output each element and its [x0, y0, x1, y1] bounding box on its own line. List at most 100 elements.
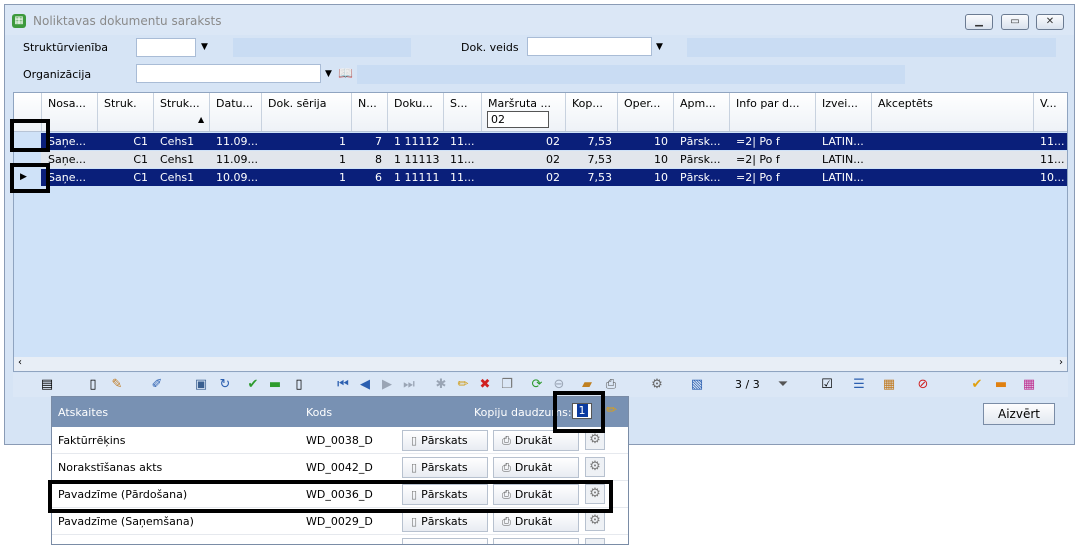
table-cell[interactable]: LATIN... — [822, 171, 872, 185]
table-cell[interactable]: =2| Po f — [736, 153, 816, 167]
calendar-icon[interactable]: ▦ — [881, 377, 897, 393]
pencil-icon[interactable]: ✏ — [455, 377, 471, 393]
table-cell[interactable]: 1 11111 — [394, 171, 444, 185]
table-cell[interactable]: LATIN... — [822, 153, 872, 167]
scroll-right-icon[interactable]: › — [1059, 357, 1063, 368]
table-cell[interactable]: 1 — [262, 171, 346, 185]
table-cell[interactable]: 7,53 — [566, 171, 613, 185]
table-cell[interactable]: Cehs1 — [160, 171, 210, 185]
report-settings-gear-icon[interactable]: ⚙ — [585, 511, 605, 531]
column-header[interactable]: Struk... — [154, 93, 210, 131]
table-cell[interactable]: 11... — [450, 153, 482, 167]
table-row[interactable]: ▶ Saņe... C1 Cehs1 10.09... 1 6 1 11111 11... 02 7… — [14, 169, 1067, 186]
settings-gear-icon[interactable]: ⚙ — [649, 377, 665, 393]
column-header[interactable]: Datu... — [210, 93, 262, 131]
table-cell[interactable] — [878, 171, 1034, 185]
delete-icon[interactable]: ✖ — [477, 377, 493, 393]
table-cell[interactable]: 11... — [1040, 153, 1067, 167]
export-icon[interactable]: ▧ — [689, 377, 705, 393]
table-cell[interactable]: 10 — [618, 153, 668, 167]
column-header[interactable]: Info par d... — [730, 93, 816, 131]
column-header[interactable]: Kop... — [566, 93, 618, 131]
table-cell[interactable]: 11.09... — [216, 135, 262, 149]
new-document-icon[interactable]: ▤ — [39, 377, 55, 393]
print-button[interactable]: ⎙ Drukāt — [493, 457, 579, 478]
close-window-button[interactable]: ✕ — [1036, 14, 1064, 30]
table-cell[interactable] — [878, 135, 1034, 149]
table-cell[interactable]: Saņe... — [48, 171, 98, 185]
report-settings-gear-icon[interactable]: ⚙ — [585, 457, 605, 477]
column-header[interactable]: Apm... — [674, 93, 730, 131]
table-cell[interactable]: 1 — [262, 135, 346, 149]
accept-check-icon[interactable]: ✔ — [245, 377, 261, 393]
print-button[interactable]: ⎙ Drukāt — [493, 511, 579, 532]
table-cell[interactable]: 11.09... — [216, 153, 262, 167]
column-header[interactable]: Akceptēts — [872, 93, 1034, 131]
asterisk-icon[interactable]: ✱ — [433, 377, 449, 393]
table-cell[interactable]: LATIN... — [822, 135, 872, 149]
dokveids-dropdown-icon[interactable]: ▼ — [656, 42, 663, 52]
dokveids-input[interactable] — [527, 37, 652, 56]
table-cell[interactable]: 1 11112 — [394, 135, 444, 149]
column-header[interactable]: Struk. — [98, 93, 154, 131]
table-cell[interactable]: Saņe... — [48, 153, 98, 167]
table-cell[interactable]: 8 — [352, 153, 382, 167]
refresh-doc-icon[interactable]: ↻ — [217, 377, 233, 393]
edit-doc-icon[interactable]: ✐ — [149, 377, 165, 393]
checkbox-icon[interactable]: ☑ — [819, 377, 835, 393]
horizontal-scrollbar[interactable]: ‹ › — [14, 357, 1067, 371]
table-cell[interactable]: Cehs1 — [160, 135, 210, 149]
table-cell[interactable]: 7,53 — [566, 153, 613, 167]
table-cell[interactable]: Pārsk... — [680, 135, 730, 149]
next-record-icon[interactable]: ▶ — [379, 377, 395, 393]
column-header[interactable]: Izvei... — [816, 93, 872, 131]
clear-filter-icon[interactable]: ⊘ — [915, 377, 931, 393]
page-accept-icon[interactable]: ▯ — [291, 377, 307, 393]
table-cell[interactable]: =2| Po f — [736, 171, 816, 185]
edit-pencil-icon[interactable]: ✏ — [606, 403, 617, 418]
preview-button[interactable]: ▯ Pārskats — [402, 511, 488, 532]
prev-record-icon[interactable]: ◀ — [357, 377, 373, 393]
copy-icon[interactable]: ❐ — [499, 377, 515, 393]
table-cell[interactable]: Pārsk... — [680, 171, 730, 185]
table-cell[interactable]: 02 — [482, 153, 560, 167]
table-row[interactable]: Saņe... C1 Cehs1 11.09... 1 7 1 11112 11... 02 7,… — [14, 133, 1067, 150]
table-cell[interactable]: 1 11113 — [394, 153, 444, 167]
approve-check-icon[interactable]: ✔ — [969, 377, 985, 393]
table-cell[interactable]: 02 — [482, 135, 560, 149]
table-cell[interactable]: 11... — [450, 135, 482, 149]
table-cell[interactable]: 10 — [618, 135, 668, 149]
table-cell[interactable]: =2| Po f — [736, 135, 816, 149]
scroll-left-icon[interactable]: ‹ — [18, 357, 22, 368]
organizacija-input[interactable] — [136, 64, 321, 83]
last-record-icon[interactable]: ⏭ — [401, 377, 417, 393]
table-cell[interactable]: 10 — [618, 171, 668, 185]
column-header[interactable]: Dok. sērija — [262, 93, 352, 131]
table-cell[interactable]: C1 — [98, 171, 148, 185]
table-cell[interactable]: Saņe... — [48, 135, 98, 149]
column-header[interactable]: Doku... — [388, 93, 444, 131]
table-cell[interactable]: C1 — [98, 135, 148, 149]
table-cell[interactable]: 1 — [262, 153, 346, 167]
maximize-button[interactable]: ▭ — [1001, 14, 1029, 30]
disapprove-minus-icon[interactable]: ▬ — [993, 377, 1009, 393]
table-cell[interactable]: 6 — [352, 171, 382, 185]
print-icon[interactable]: ⎙ — [603, 377, 619, 393]
preview-button[interactable]: ▯ Pārskats — [402, 430, 488, 451]
column-header[interactable]: Nosa... — [42, 93, 98, 131]
column-header[interactable]: V... — [1034, 93, 1067, 131]
book-icon[interactable]: 📖 — [338, 66, 353, 80]
attachment-icon[interactable]: ✎ — [109, 377, 125, 393]
sync-icon[interactable]: ⟳ — [529, 377, 545, 393]
list-view-icon[interactable]: ☰ — [851, 377, 867, 393]
organizacija-dropdown-icon[interactable]: ▼ — [325, 69, 332, 79]
report-settings-gear-icon[interactable]: ⚙ — [585, 430, 605, 450]
column-header[interactable]: Oper... — [618, 93, 674, 131]
print-button[interactable]: ⎙ Drukāt — [493, 430, 579, 451]
table-cell[interactable]: Cehs1 — [160, 153, 210, 167]
column-header[interactable]: S... — [444, 93, 482, 131]
table-cell[interactable]: 10... — [1040, 171, 1067, 185]
first-record-icon[interactable]: ⏮ — [335, 377, 351, 393]
column-header[interactable]: N... — [352, 93, 388, 131]
preview-button[interactable]: ▯ Pārskats — [402, 457, 488, 478]
